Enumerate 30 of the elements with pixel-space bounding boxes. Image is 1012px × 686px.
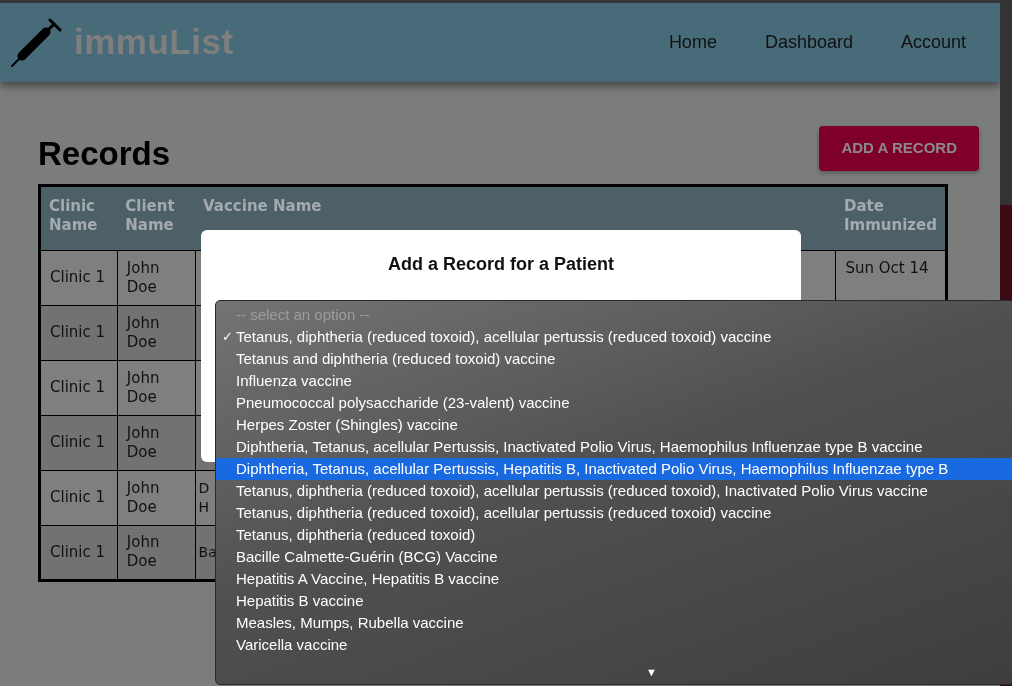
dropdown-option[interactable]: Diphtheria, Tetanus, acellular Pertussis, Hepatitis B, Inactivated Polio Virus, Haemophilus Influenzae type B: [216, 458, 1012, 480]
table-cell: Clinic 1: [39, 415, 118, 471]
table-cell: Clinic 1: [39, 470, 118, 526]
page-title: Records: [38, 134, 171, 174]
column-header: Date Immunized: [836, 185, 947, 251]
table-cell: Clinic 1: [39, 250, 118, 306]
dropdown-option[interactable]: Influenza vaccine: [216, 370, 1012, 392]
check-icon: ✓: [222, 326, 233, 348]
dropdown-option[interactable]: ✓ Tetanus, diphtheria (reduced toxoid), acellular pertussis (reduced toxoid) vaccine: [216, 326, 1012, 348]
dropdown-option[interactable]: Measles, Mumps, Rubella vaccine: [216, 612, 1012, 634]
column-header: Clinic Name: [39, 185, 118, 251]
column-header: Client Name: [117, 185, 196, 251]
dropdown-option[interactable]: Varicella vaccine: [216, 634, 1012, 656]
table-cell: John Doe: [117, 470, 196, 526]
table-cell: Clinic 1: [39, 305, 118, 361]
dropdown-option[interactable]: Diphtheria, Tetanus, acellular Pertussis, Inactivated Polio Virus, Haemophilus Influenzae type B vaccine: [216, 436, 1012, 458]
dropdown-option[interactable]: Pneumococcal polysaccharide (23-valent) vaccine: [216, 392, 1012, 414]
dropdown-option[interactable]: Herpes Zoster (Shingles) vaccine: [216, 414, 1012, 436]
table-cell: John Doe: [117, 305, 196, 361]
syringe-icon: [10, 17, 62, 68]
scroll-down-arrow[interactable]: ▼: [646, 663, 657, 680]
table-cell: Clinic 1: [39, 360, 118, 416]
dropdown-option[interactable]: Tetanus and diphtheria (reduced toxoid) vaccine: [216, 348, 1012, 370]
modal-title: Add a Record for a Patient: [386, 253, 615, 276]
dropdown-option[interactable]: Hepatitis B vaccine: [216, 590, 1012, 612]
table-cell: John Doe: [117, 525, 196, 581]
table-cell: John Doe: [117, 250, 196, 306]
table-cell: John Doe: [117, 415, 196, 471]
table-cell: John Doe: [117, 360, 196, 416]
table-cell: Clinic 1: [39, 525, 118, 581]
